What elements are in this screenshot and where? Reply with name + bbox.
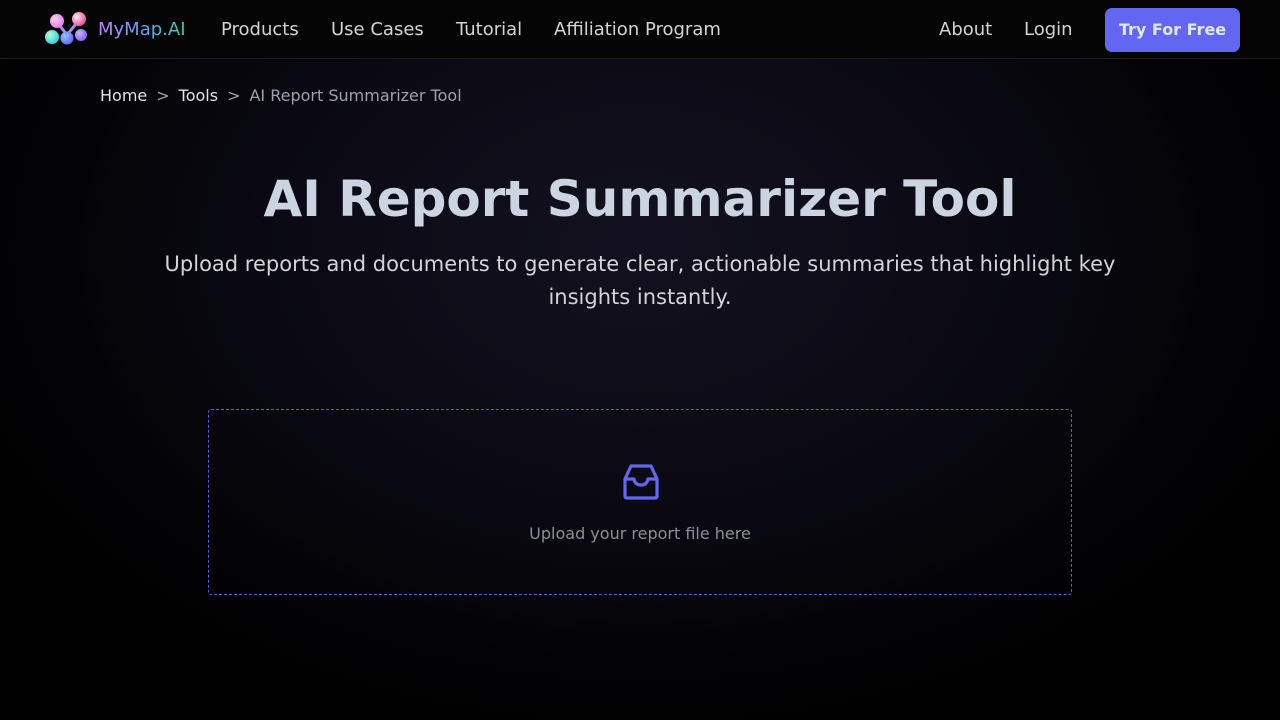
nav-use-cases[interactable]: Use Cases <box>331 18 424 42</box>
breadcrumb-tools[interactable]: Tools <box>179 86 218 105</box>
try-for-free-button[interactable]: Try For Free <box>1105 8 1240 52</box>
mymap-logo-icon[interactable] <box>44 11 90 47</box>
nav-login[interactable]: Login <box>1024 18 1073 42</box>
breadcrumb-current: AI Report Summarizer Tool <box>249 86 462 105</box>
nav-products[interactable]: Products <box>221 18 299 42</box>
upload-dropzone[interactable]: Upload your report file here <box>208 409 1072 595</box>
nav-about[interactable]: About <box>939 18 992 42</box>
top-navbar: MyMap.AI Products Use Cases Tutorial Aff… <box>0 0 1280 59</box>
page-title: AI Report Summarizer Tool <box>263 170 1017 228</box>
breadcrumb-home[interactable]: Home <box>100 86 147 105</box>
upload-prompt-text: Upload your report file here <box>529 524 751 543</box>
page: MyMap.AI Products Use Cases Tutorial Aff… <box>0 0 1280 720</box>
breadcrumb: Home > Tools > AI Report Summarizer Tool <box>100 86 462 106</box>
page-subtitle: Upload reports and documents to generate… <box>164 252 1116 309</box>
breadcrumb-separator: > <box>156 86 170 105</box>
brand-name[interactable]: MyMap.AI <box>98 18 186 42</box>
inbox-icon <box>623 464 659 500</box>
nav-affiliation-program[interactable]: Affiliation Program <box>554 18 721 42</box>
nav-tutorial[interactable]: Tutorial <box>456 18 522 42</box>
breadcrumb-separator: > <box>227 86 241 105</box>
